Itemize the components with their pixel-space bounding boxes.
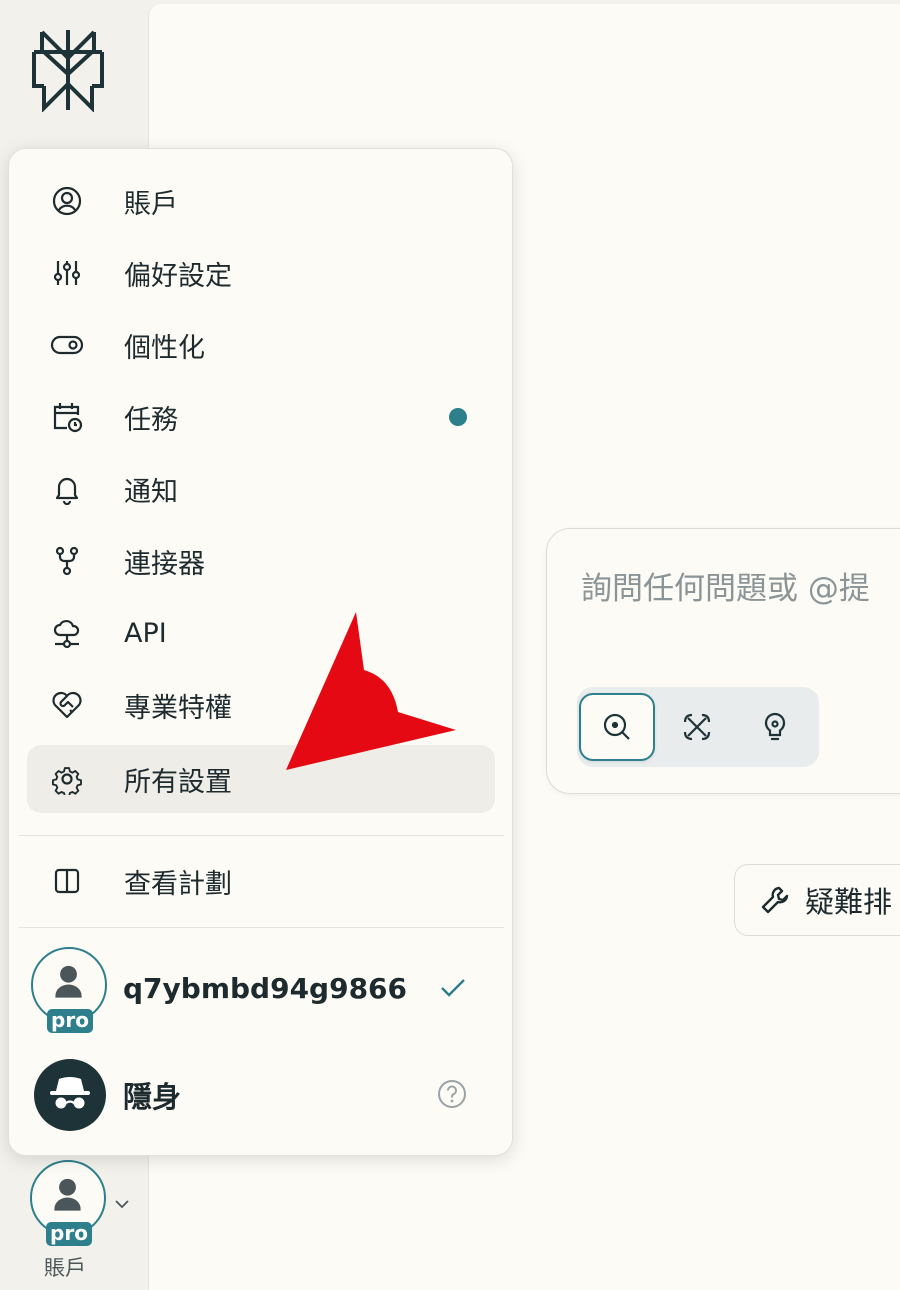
menu-item-connectors[interactable]: 連接器 <box>27 527 495 595</box>
troubleshoot-label: 疑難排 <box>805 885 893 919</box>
search-icon <box>603 713 630 740</box>
sidebar-account-label: 賬戶 <box>44 1256 86 1280</box>
menu-item-label: 專業特權 <box>124 692 232 724</box>
pro-badge: pro <box>46 1222 92 1246</box>
search-mode-button[interactable] <box>579 693 655 761</box>
labs-mode-button[interactable] <box>737 693 813 761</box>
calendar-clock-icon <box>49 399 85 435</box>
menu-item-label: 偏好設定 <box>124 260 232 292</box>
menu-item-preferences[interactable]: 偏好設定 <box>27 239 495 307</box>
menu-item-label: 通知 <box>124 476 178 508</box>
menu-item-personalization[interactable]: 個性化 <box>27 311 495 379</box>
research-mode-button[interactable] <box>659 693 735 761</box>
user-circle-icon <box>49 183 85 219</box>
ask-input-box[interactable]: 詢問任何問題或 @提 <box>546 528 900 794</box>
incognito-label: 隱身 <box>123 1080 182 1114</box>
troubleshoot-button[interactable]: 疑難排 <box>734 864 900 936</box>
chevron-down-icon[interactable] <box>114 1198 130 1210</box>
sidebar-account-button[interactable]: pro 賬戶 <box>30 1160 140 1280</box>
account-menu: 賬戶 偏好設定 個性化 任務 通知 連接器 API 專業特權 所有設置 查看計劃… <box>8 148 513 1156</box>
connector-icon <box>49 543 85 579</box>
menu-item-label: 所有設置 <box>124 766 232 798</box>
incognito-avatar <box>34 1059 106 1131</box>
menu-item-label: 個性化 <box>124 332 205 364</box>
menu-item-label: 賬戶 <box>124 188 178 220</box>
menu-divider <box>19 835 504 836</box>
menu-item-notifications[interactable]: 通知 <box>27 455 495 523</box>
wrench-icon <box>761 886 789 914</box>
sliders-icon <box>49 255 85 291</box>
lightbulb-icon <box>764 712 786 741</box>
menu-item-all-settings[interactable]: 所有設置 <box>27 745 495 813</box>
menu-divider <box>19 927 504 928</box>
account-avatar: pro <box>30 1160 106 1246</box>
account-avatar: pro <box>31 947 107 1033</box>
heart-handshake-icon <box>49 687 85 723</box>
account-name: q7ybmbd94g9866 <box>123 972 408 1005</box>
menu-item-pro-perks[interactable]: 專業特權 <box>27 671 495 739</box>
menu-item-label: 任務 <box>124 404 178 436</box>
account-entry-pro[interactable]: pro q7ybmbd94g9866 <box>9 939 514 1039</box>
menu-item-label: API <box>124 617 167 649</box>
plan-panel-icon <box>49 863 85 899</box>
menu-item-label: 連接器 <box>124 548 205 580</box>
toggle-icon <box>49 327 85 363</box>
help-icon[interactable] <box>437 1079 467 1109</box>
mode-selector <box>577 687 819 767</box>
atom-link-icon <box>683 713 711 741</box>
view-plan-label: 查看計劃 <box>124 868 232 900</box>
menu-item-tasks[interactable]: 任務 <box>27 383 495 451</box>
checkmark-icon <box>441 979 465 997</box>
menu-item-api[interactable]: API <box>27 599 495 667</box>
menu-item-account[interactable]: 賬戶 <box>27 167 495 235</box>
bell-icon <box>49 471 85 507</box>
pro-badge: pro <box>47 1009 93 1033</box>
ask-input-placeholder[interactable]: 詢問任何問題或 @提 <box>581 563 870 608</box>
incognito-icon <box>50 1077 90 1109</box>
menu-item-view-plan[interactable]: 查看計劃 <box>27 847 495 915</box>
new-badge-dot <box>449 408 467 426</box>
gear-icon <box>49 761 85 797</box>
logo-icon[interactable] <box>30 28 106 113</box>
cloud-network-icon <box>49 615 85 651</box>
